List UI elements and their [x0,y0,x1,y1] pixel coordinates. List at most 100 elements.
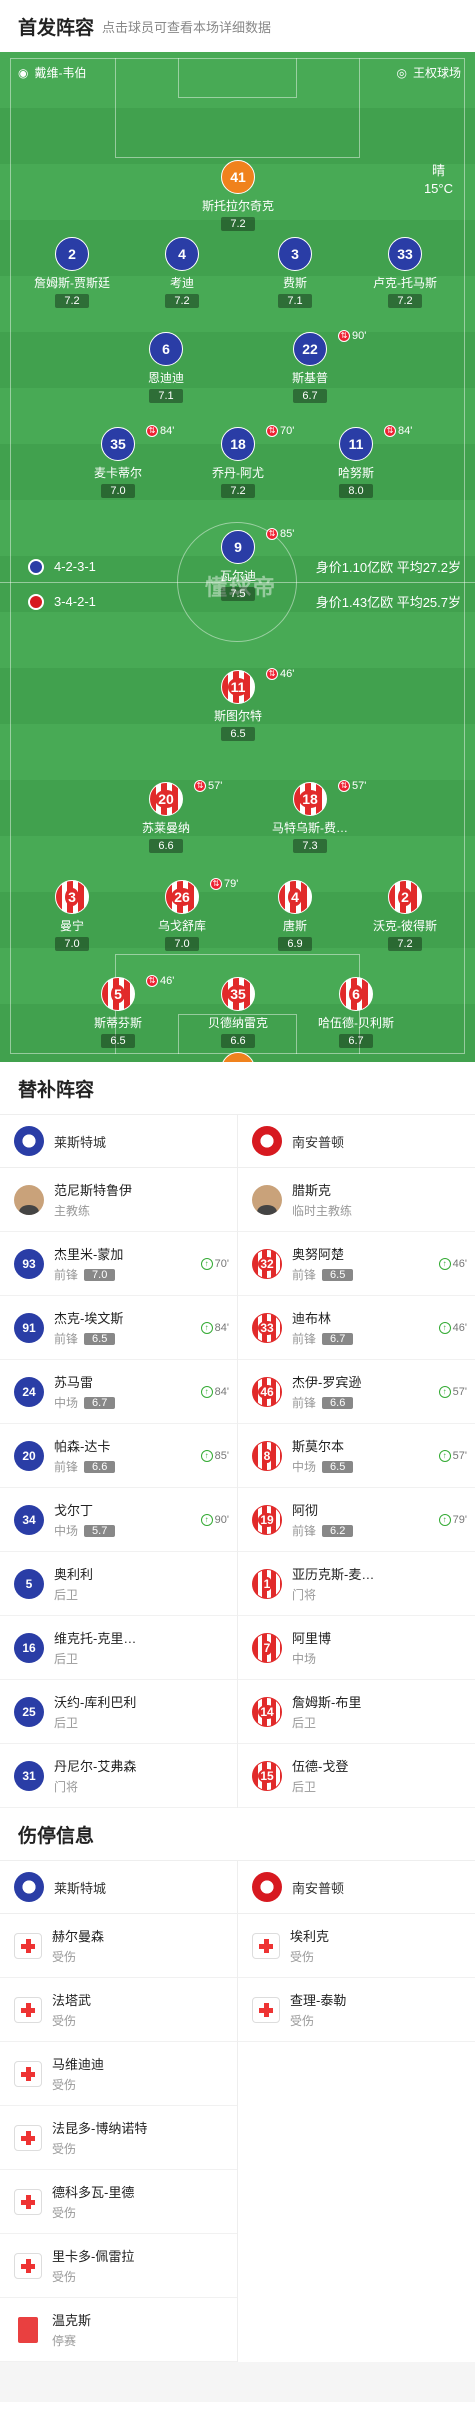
sub-out-icon: ⇅ [146,425,158,437]
sub-player-row[interactable]: 93 杰里米-蒙加 前锋 7.0 ↑ 70' [0,1232,237,1296]
injury-row[interactable]: 温克斯 停赛 [0,2298,237,2362]
injuries-title: 伤停信息 [0,1808,475,1860]
jersey-icon: 14 [252,1696,282,1727]
injury-status: 受伤 [52,2142,77,2156]
away-player[interactable]: 35 贝德纳雷克 6.6 [178,977,298,1049]
player-rating: 7.2 [221,484,255,498]
away-player[interactable]: 2 沃克-彼得斯 7.2 [345,880,465,952]
injury-row[interactable]: 赫尔曼森 受伤 [0,1914,237,1978]
home-player[interactable]: 18 ⇅ 70' 乔丹-阿尤 7.2 [178,425,298,499]
jersey-number: 9 [234,539,242,555]
player-name: 詹姆斯-贾斯廷 [34,276,110,290]
away-coach-row[interactable]: 腊斯克 临时主教练 [238,1168,475,1232]
injuries-teams-head: 莱斯特城 南安普顿 [0,1860,475,1914]
sub-player-row[interactable]: 7 阿里博 中场 [238,1616,475,1680]
home-player[interactable]: 2 詹姆斯-贾斯廷 7.2 [12,237,132,309]
away-player[interactable]: 20 ⇅ 57' 苏莱曼纳 6.6 [106,780,226,854]
sub-player-row[interactable]: 32 奥努阿楚 前锋 6.5 ↑ 46' [238,1232,475,1296]
injury-row[interactable]: 查理-泰勒 受伤 [238,1978,475,2042]
jersey-icon: 7 [252,1632,282,1663]
injury-row[interactable]: 德科多瓦-里德 受伤 [0,2170,237,2234]
player-name: 戈尔丁 [54,1503,94,1518]
player-name: 苏马雷 [54,1375,94,1390]
away-player[interactable]: 11 ⇅ 46' 斯图尔特 6.5 [178,668,298,742]
player-name: 马维迪迪 [52,2057,105,2072]
home-player[interactable]: 22 ⇅ 90' 斯基普 6.7 [250,330,370,404]
sub-player-row[interactable]: 19 阿彻 前锋 6.2 ↑ 79' [238,1488,475,1552]
sub-player-row[interactable]: 33 迪布林 前锋 6.7 ↑ 46' [238,1296,475,1360]
sub-player-row[interactable]: 31 丹尼尔-艾弗森 门将 [0,1744,237,1808]
jersey-number: 6 [349,985,363,1003]
jersey-icon: 5 [101,977,135,1011]
home-player[interactable]: 6 恩迪迪 7.1 [106,332,226,404]
away-formation-row: 3-4-2-1 身价1.43亿欧 平均25.7岁 [28,592,461,611]
player-rating: 7.1 [278,294,312,308]
sub-player-row[interactable]: 25 沃约-库利巴利 后卫 [0,1680,237,1744]
injury-status: 受伤 [52,2078,77,2092]
jersey-icon: 32 [252,1248,282,1279]
sub-player-row[interactable]: 14 詹姆斯-布里 后卫 [238,1680,475,1744]
injury-row[interactable]: 法昆多-博纳诺特 受伤 [0,2106,237,2170]
jersey-icon: 8 [252,1440,282,1471]
jersey-icon: 11 [221,670,255,704]
medical-kit-icon [14,2060,42,2087]
injury-status: 停赛 [52,2334,77,2348]
leicester-crest-icon [14,1872,44,1902]
jersey-icon: 2 [388,880,422,914]
sub-player-row[interactable]: 16 维克托-克里… 后卫 [0,1616,237,1680]
home-player[interactable]: 35 ⇅ 84' 麦卡蒂尔 7.0 [58,425,178,499]
away-player[interactable]: 5 ⇅ 46' 斯蒂芬斯 6.5 [58,975,178,1049]
home-player[interactable]: 33 卢克-托马斯 7.2 [345,237,465,309]
home-player[interactable]: 3 费斯 7.1 [235,237,355,309]
home-player[interactable]: 11 ⇅ 84' 哈努斯 8.0 [296,425,416,499]
sub-player-row[interactable]: 46 杰伊-罗宾逊 前锋 6.6 ↑ 57' [238,1360,475,1424]
sub-player-row[interactable]: 91 杰克-埃文斯 前锋 6.5 ↑ 84' [0,1296,237,1360]
away-player[interactable]: 3 曼宁 7.0 [12,880,132,952]
substitution-event: ⇅ 46' [266,668,294,680]
player-name: 阿彻 [292,1503,319,1518]
player-rating: 7.3 [293,839,327,853]
player-name: 乔丹-阿尤 [212,466,264,480]
substitution-event: ⇅ 84' [384,425,412,437]
southampton-crest-icon [252,1872,282,1902]
home-player[interactable]: 4 考迪 7.2 [122,237,242,309]
player-name: 费斯 [282,276,307,290]
sub-in-icon: ↑ [200,1385,213,1398]
sub-player-row[interactable]: 20 帕森-达卡 前锋 6.6 ↑ 85' [0,1424,237,1488]
injuries-away-team[interactable]: 南安普顿 [238,1861,475,1913]
sub-player-row[interactable]: 24 苏马雷 中场 6.7 ↑ 84' [0,1360,237,1424]
lineup-title: 首发阵容 [18,17,95,39]
sub-in-time: ↑ 46' [438,1321,467,1334]
sub-player-row[interactable]: 15 伍德-戈登 后卫 [238,1744,475,1808]
injuries-home-team[interactable]: 莱斯特城 [0,1861,238,1913]
subs-away-team[interactable]: 南安普顿 [238,1115,475,1167]
away-player[interactable]: 6 哈伍德-贝利斯 6.7 [296,977,416,1049]
injury-row[interactable]: 里卡多-佩雷拉 受伤 [0,2234,237,2298]
player-rating: 6.7 [322,1332,354,1345]
player-rating: 7.0 [55,937,89,951]
away-player[interactable]: 30拉姆斯代尔6.3 [178,1052,298,1062]
home-player[interactable]: 41 斯托拉尔奇克 7.2 [178,160,298,232]
subs-home-team[interactable]: 莱斯特城 [0,1115,238,1167]
jersey-icon: 3 [55,880,89,914]
jersey-icon: 2 [55,237,89,271]
sub-player-row[interactable]: 5 奥利利 后卫 [0,1552,237,1616]
player-rating: 8.0 [339,484,373,498]
jersey-icon: 18 [221,427,255,461]
home-coach-row[interactable]: 范尼斯特鲁伊 主教练 [0,1168,237,1232]
injury-row[interactable]: 马维迪迪 受伤 [0,2042,237,2106]
injury-row[interactable]: 法塔武 受伤 [0,1978,237,2042]
injury-row[interactable]: 埃利克 受伤 [238,1914,475,1978]
substitution-event: ⇅ 57' [338,780,366,792]
away-player[interactable]: 4 唐斯 6.9 [235,880,355,952]
sub-player-row[interactable]: 1 亚历克斯-麦… 门将 [238,1552,475,1616]
away-player[interactable]: 26 ⇅ 79' 乌戈舒库 7.0 [122,878,242,952]
weather: 晴 15°C [423,163,453,196]
player-rating: 6.5 [322,1460,354,1473]
sub-player-row[interactable]: 8 斯莫尔本 中场 6.5 ↑ 57' [238,1424,475,1488]
away-player[interactable]: 18 ⇅ 57' 马特乌斯-费… 7.3 [250,780,370,854]
player-position: 前锋 [54,1268,79,1282]
sub-player-row[interactable]: 34 戈尔丁 中场 5.7 ↑ 90' [0,1488,237,1552]
player-name: 德科多瓦-里德 [52,2185,135,2200]
jersey-number: 4 [178,246,186,262]
